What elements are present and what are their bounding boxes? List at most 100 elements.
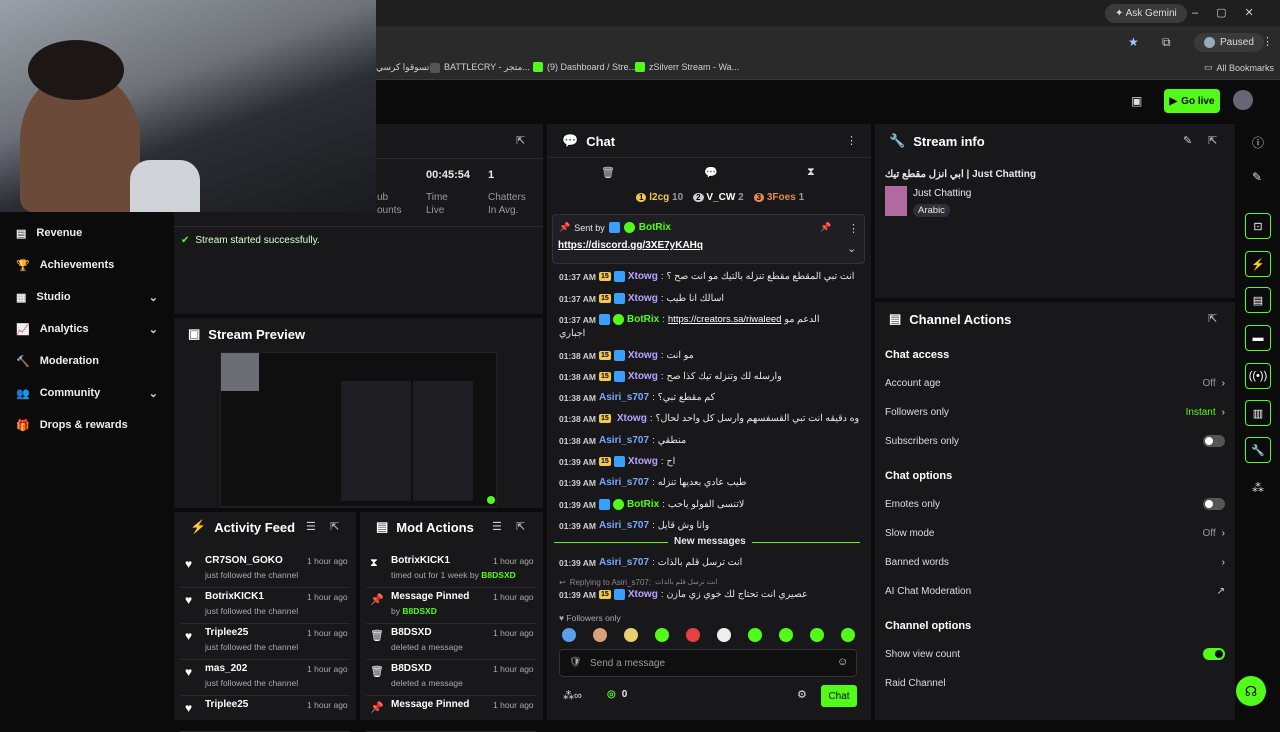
chat-username[interactable]: Asiri_s707 [599,520,649,531]
emote-10[interactable] [841,628,855,642]
bookmark-3[interactable]: zSilverr Stream - Wa... [635,62,739,72]
rail-channel-button[interactable]: ▥ [1245,400,1271,426]
chat-message[interactable]: 01:38 AM 15 Xtowg: اوووه دقيقه انت تبي القس… [559,413,859,424]
trash-icon[interactable]: 🗑 [601,166,615,179]
chat-message[interactable]: 01:39 AM Asiri_s707: وانا وش قايل [559,520,859,531]
rail-broadcast-button[interactable]: ((•)) [1245,363,1271,389]
chat-username[interactable]: Asiri_s707 [599,392,649,403]
chat-username[interactable]: Xtowg [628,456,658,467]
bookmark-0[interactable]: تسوقوا كرسي [376,62,429,73]
sidebar-item-revenue[interactable]: ▤ Revenue [16,222,158,244]
send-chat-button[interactable]: Chat [821,685,857,707]
info-icon[interactable]: ⓘ [1252,134,1264,151]
emote-1[interactable] [562,628,576,642]
emote-5[interactable] [686,628,700,642]
activity-item[interactable]: ♥ Triplee25 1 hour ago [180,696,350,732]
sidebar-item-studio[interactable]: ▦ Studio ⌄ [16,286,158,308]
chat-message[interactable]: 01:39 AM Asiri_s707: طيب عادي بعديها تنزله [559,477,859,488]
bookmark-1[interactable]: BATTLECRY - متجر... [430,62,530,73]
subscribers-only-toggle[interactable] [1203,435,1225,447]
emote-8[interactable] [779,628,793,642]
sidebar-item-analytics[interactable]: 📈 Analytics ⌄ [16,318,158,340]
activity-item[interactable]: ♥ BotrixKICK1 1 hour ago just followed the … [180,588,350,624]
kebab-menu-icon[interactable]: ⋮ [1262,35,1273,48]
user-avatar[interactable] [1233,90,1253,110]
emote-6[interactable] [717,628,731,642]
sidebar-item-community[interactable]: 👥 Community ⌄ [16,382,158,404]
hourglass-icon[interactable]: ⧗ [807,166,815,179]
chevron-down-icon[interactable]: ⌄ [847,242,856,255]
emote-3[interactable] [624,628,638,642]
all-bookmarks[interactable]: ▭ All Bookmarks [1204,62,1274,73]
mod-action-item[interactable]: 🗑 B8DSXD 1 hour ago deleted a message [366,660,536,696]
rail-lightning-button[interactable]: ⚡ [1245,251,1271,277]
leader-1[interactable]: 1 l2cg 10 [636,192,683,203]
profile-paused-chip[interactable]: Paused [1194,33,1264,52]
account-age-row[interactable]: Account age Off › [885,373,1225,393]
sidebar-item-moderation[interactable]: 🔨 Moderation [16,350,158,372]
chat-bubble-icon[interactable]: 💬 [704,166,718,179]
broadcast-icon[interactable]: ▣ [1131,94,1142,108]
rail-document-button[interactable]: ▤ [1245,287,1271,313]
edit-icon[interactable]: ✎ [1183,134,1192,147]
leader-3[interactable]: 3 3Foes 1 [753,192,804,203]
filter-icon[interactable]: ☰ [306,520,316,533]
chat-message[interactable]: 01:39 AM 15 Xtowg: عصيري انت تحتاج لك خوي ز… [559,589,859,600]
rail-chat-button[interactable]: ▬ [1245,325,1271,351]
sidebar-item-drops[interactable]: 🎁 Drops & rewards [16,414,158,436]
chat-message[interactable]: 01:37 AM BotRix: https://creators.sa/riwal… [559,314,859,325]
apps-icon[interactable]: ⁂ [1252,481,1264,495]
popout-icon[interactable]: ⇱ [1208,134,1217,147]
chat-username[interactable]: Xtowg [628,371,658,382]
activity-item[interactable]: ♥ CR7SON_GOKO 1 hour ago just followed the … [180,552,350,588]
go-live-button[interactable]: ▶ Go live [1164,89,1220,113]
chat-message[interactable]: 01:39 AM Asiri_s707: انت ترسل قلم بالذات [559,557,859,568]
preview-video[interactable] [220,352,497,507]
slow-mode-row[interactable]: Slow mode Off › [885,523,1225,543]
emote-7[interactable] [748,628,762,642]
followers-only-row[interactable]: Followers only Instant › [885,402,1225,422]
activity-item[interactable]: ♥ mas_202 1 hour ago just followed the chan… [180,660,350,696]
show-view-count-row[interactable]: Show view count [885,644,1225,664]
popout-icon[interactable]: ⇱ [516,520,525,533]
emotes-only-row[interactable]: Emotes only [885,494,1225,514]
star-icon[interactable]: ★ [1128,35,1139,49]
popout-icon[interactable]: ⇱ [1208,312,1217,325]
chat-link[interactable]: https://creators.sa/riwaleed [668,314,782,325]
chat-username[interactable]: BotRix [627,314,659,325]
sidebar-item-achievements[interactable]: 🏆 Achievements [16,254,158,276]
chat-username[interactable]: BotRix [627,499,659,510]
ask-gemini-button[interactable]: ✦ Ask Gemini [1105,4,1187,23]
rail-camera-button[interactable]: ⊡ [1245,213,1271,239]
settings-gear-icon[interactable]: ⚙ [797,688,807,701]
banned-words-row[interactable]: Banned words › [885,552,1225,572]
pencil-icon[interactable]: ✎ [1252,170,1262,184]
leader-2[interactable]: 2 V_CW 2 [693,192,744,203]
chat-message[interactable]: 01:37 AM 15 Xtowg: انت تبي المقطع مقطع تنزل… [559,271,859,282]
popout-icon[interactable]: ⇱ [516,134,525,147]
chat-username[interactable]: Xtowg [628,293,658,304]
extensions-icon[interactable]: ⧉ [1162,35,1171,50]
chat-username[interactable]: Xtowg [628,589,658,600]
bookmark-2[interactable]: (9) Dashboard / Stre... [533,62,636,72]
activity-item[interactable]: ♥ Triplee25 1 hour ago just followed the ch… [180,624,350,660]
chat-message[interactable]: 01:38 AM Asiri_s707: كم مقطع تبي؟ [559,392,859,403]
subscribers-only-row[interactable]: Subscribers only [885,431,1225,451]
emote-9[interactable] [810,628,824,642]
emote-2[interactable] [593,628,607,642]
unpin-icon[interactable]: 📌 [820,222,831,233]
emotes-only-toggle[interactable] [1203,498,1225,510]
chat-message[interactable]: 01:37 AM 15 Xtowg: اسالك انا طيب [559,293,859,304]
chat-username[interactable]: Xtowg [628,350,658,361]
chat-username[interactable]: Asiri_s707 [599,477,649,488]
chat-message[interactable]: 01:38 AM 15 Xtowg: وارسله لك وتنزله تيك كذا… [559,371,859,382]
rail-wrench-button[interactable]: 🔧 [1245,437,1271,463]
emote-4[interactable] [655,628,669,642]
mod-action-item[interactable]: 🗑 B8DSXD 1 hour ago deleted a message [366,624,536,660]
filter-icon[interactable]: ☰ [492,520,502,533]
show-view-count-toggle[interactable] [1203,648,1225,660]
emoji-icon[interactable]: ☺ [837,656,848,668]
points-balance[interactable]: ◎ 0 [607,689,627,700]
raid-channel-row[interactable]: Raid Channel [885,673,1225,693]
chat-username[interactable]: Asiri_s707 [599,557,649,568]
